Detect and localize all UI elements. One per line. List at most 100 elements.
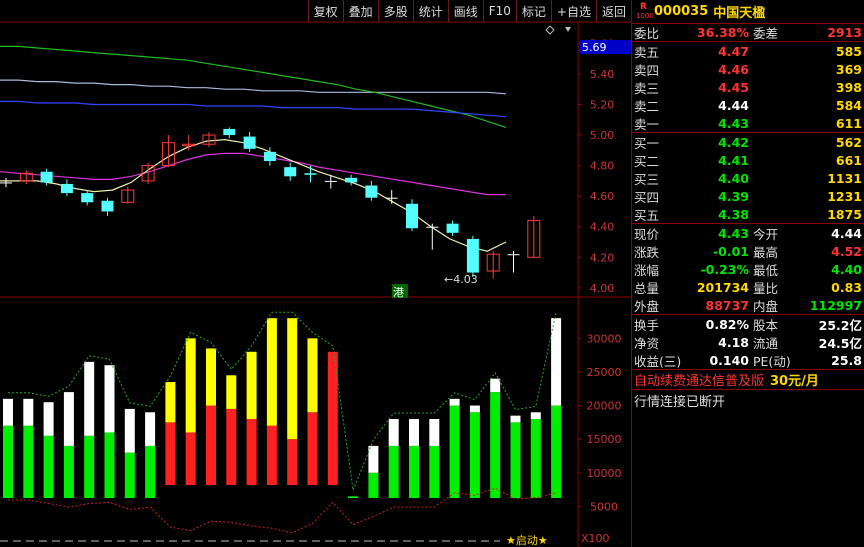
- volume-bar-white: [43, 402, 54, 436]
- stock-name: 中国天楹: [713, 6, 766, 21]
- bid-row-5[interactable]: 买五 4.38 1875: [632, 205, 864, 223]
- quote-row: 外盘 88737 内盘 112997: [632, 296, 864, 314]
- current-price-label: 5.69: [582, 41, 607, 54]
- volume-tick-label: 30000: [587, 332, 622, 345]
- candle-body: [40, 171, 53, 183]
- volume-bar-white: [510, 415, 521, 423]
- bid-label: 买三: [634, 171, 660, 187]
- bid-row-2[interactable]: 买二 4.41 661: [632, 151, 864, 169]
- quote-label: 现价: [634, 226, 660, 242]
- price-tick-label: 4.00: [590, 282, 615, 295]
- quote-row: 现价 4.43 今开 4.44: [632, 224, 864, 242]
- candle-body: [223, 128, 236, 136]
- ask-label: 卖一: [634, 116, 660, 132]
- ask-volume: 611: [835, 115, 862, 131]
- bid-label: 买五: [634, 207, 660, 223]
- volume-tick-label: 20000: [587, 400, 622, 413]
- candle-body: [81, 193, 94, 203]
- volume-bar-white: [84, 361, 95, 436]
- ask-row-5[interactable]: 卖五 4.47 585: [632, 42, 864, 60]
- bid-volume: 1875: [827, 206, 862, 222]
- finance-value: 0.82%: [705, 316, 749, 332]
- bid-row-3[interactable]: 买三 4.40 1131: [632, 169, 864, 187]
- bid-volume: 1131: [827, 170, 862, 186]
- toolbar-back-button[interactable]: 返回: [595, 0, 631, 22]
- ma-line-white: [0, 138, 507, 252]
- volume-bar-green: [63, 445, 74, 498]
- volume-bar-white: [63, 392, 74, 446]
- ask-row-2[interactable]: 卖二 4.44 584: [632, 96, 864, 114]
- finance-row: 收益(三) 0.140 PE(动) 25.8: [632, 351, 864, 369]
- volume-bar-yellow: [226, 375, 237, 409]
- toolbar-f10-button[interactable]: F10: [482, 0, 516, 22]
- bid-volume: 562: [835, 134, 862, 150]
- volume-bar-white: [530, 412, 541, 419]
- volume-bar-red: [185, 432, 196, 485]
- candle-body: [304, 173, 317, 175]
- volume-bar-yellow: [307, 338, 318, 413]
- ask-row-4[interactable]: 卖四 4.46 369: [632, 60, 864, 78]
- badge-top-text: R: [640, 1, 647, 12]
- toolbar-fuquan-button[interactable]: 复权: [307, 0, 343, 22]
- candle-body: [406, 203, 418, 229]
- volume-bar-green: [368, 472, 379, 498]
- volume-bar-red: [287, 439, 298, 485]
- bid-row-1[interactable]: 买一 4.42 562: [632, 133, 864, 151]
- finance-value: 24.5亿: [818, 335, 862, 351]
- volume-bar-green: [409, 445, 419, 498]
- volume-bar-green: [510, 422, 521, 498]
- volume-bar-green: [429, 445, 440, 498]
- volume-tick-label: 25000: [587, 366, 622, 379]
- finance-value: 0.140: [709, 352, 749, 368]
- finance-row: 换手 0.82% 股本 25.2亿: [632, 315, 864, 333]
- bid-row-4[interactable]: 买四 4.39 1231: [632, 187, 864, 205]
- stock-header: R 1000 000035 中国天楹: [632, 0, 864, 24]
- kline-chart[interactable]: 5.605.405.205.004.804.604.404.204.005.69…: [0, 0, 631, 547]
- weibi-value: 36.38%: [696, 25, 749, 40]
- bid-label: 买二: [634, 153, 660, 169]
- volume-bar-red: [165, 422, 176, 485]
- toolbar-mark-button[interactable]: 标记: [515, 0, 551, 22]
- promo-price: 30元/月: [770, 374, 819, 389]
- candle-body: [284, 167, 297, 177]
- volume-bar-white: [409, 419, 419, 446]
- weibi-row: 委比 36.38% 委差 2913: [632, 24, 864, 42]
- bid-label: 买四: [634, 189, 660, 205]
- ask-price: 4.47: [718, 43, 749, 59]
- weibi-label: 委比: [634, 26, 660, 41]
- volume-bar-green: [469, 412, 480, 498]
- promo-banner[interactable]: 自动续费通达信普及版 30元/月: [632, 370, 864, 390]
- ask-price: 4.46: [718, 61, 749, 77]
- volume-bar-red: [206, 405, 216, 485]
- weicha-value: 2913: [827, 25, 862, 40]
- volume-bar-white: [551, 318, 562, 406]
- volume-bar-green: [3, 425, 13, 498]
- finance-value: 4.18: [718, 334, 749, 350]
- volume-bar-white: [368, 445, 379, 473]
- candle-body: [60, 183, 73, 194]
- finance-label: PE(动): [753, 353, 791, 369]
- volume-bar-red: [226, 408, 237, 485]
- volume-bar-red: [307, 412, 318, 485]
- volume-bar-white: [490, 378, 501, 393]
- finance-label: 收益(三): [634, 353, 682, 369]
- finance-row: 净资 4.18 流通 24.5亿: [632, 333, 864, 351]
- ask-row-1[interactable]: 卖一 4.43 611: [632, 114, 864, 132]
- finance-label: 股本: [753, 317, 779, 333]
- candle-body: [324, 180, 337, 182]
- volume-bar-green: [490, 392, 501, 498]
- volume-bar-white: [23, 398, 34, 426]
- volume-bar-green: [23, 425, 34, 498]
- toolbar-multi-stock-button[interactable]: 多股: [377, 0, 413, 22]
- ma-line-blue: [0, 100, 507, 118]
- volume-bar-green: [104, 432, 115, 498]
- bid-price: 4.39: [718, 188, 749, 204]
- toolbar-stats-button[interactable]: 统计: [412, 0, 448, 22]
- toolbar-add-watchlist-button[interactable]: +自选: [550, 0, 596, 22]
- ask-row-3[interactable]: 卖三 4.45 398: [632, 78, 864, 96]
- ask-volume: 584: [835, 97, 862, 113]
- toolbar-draw-button[interactable]: 画线: [447, 0, 483, 22]
- quote-value: 201734: [696, 279, 749, 295]
- toolbar-overlay-button[interactable]: 叠加: [342, 0, 378, 22]
- volume-bar-white: [104, 365, 115, 433]
